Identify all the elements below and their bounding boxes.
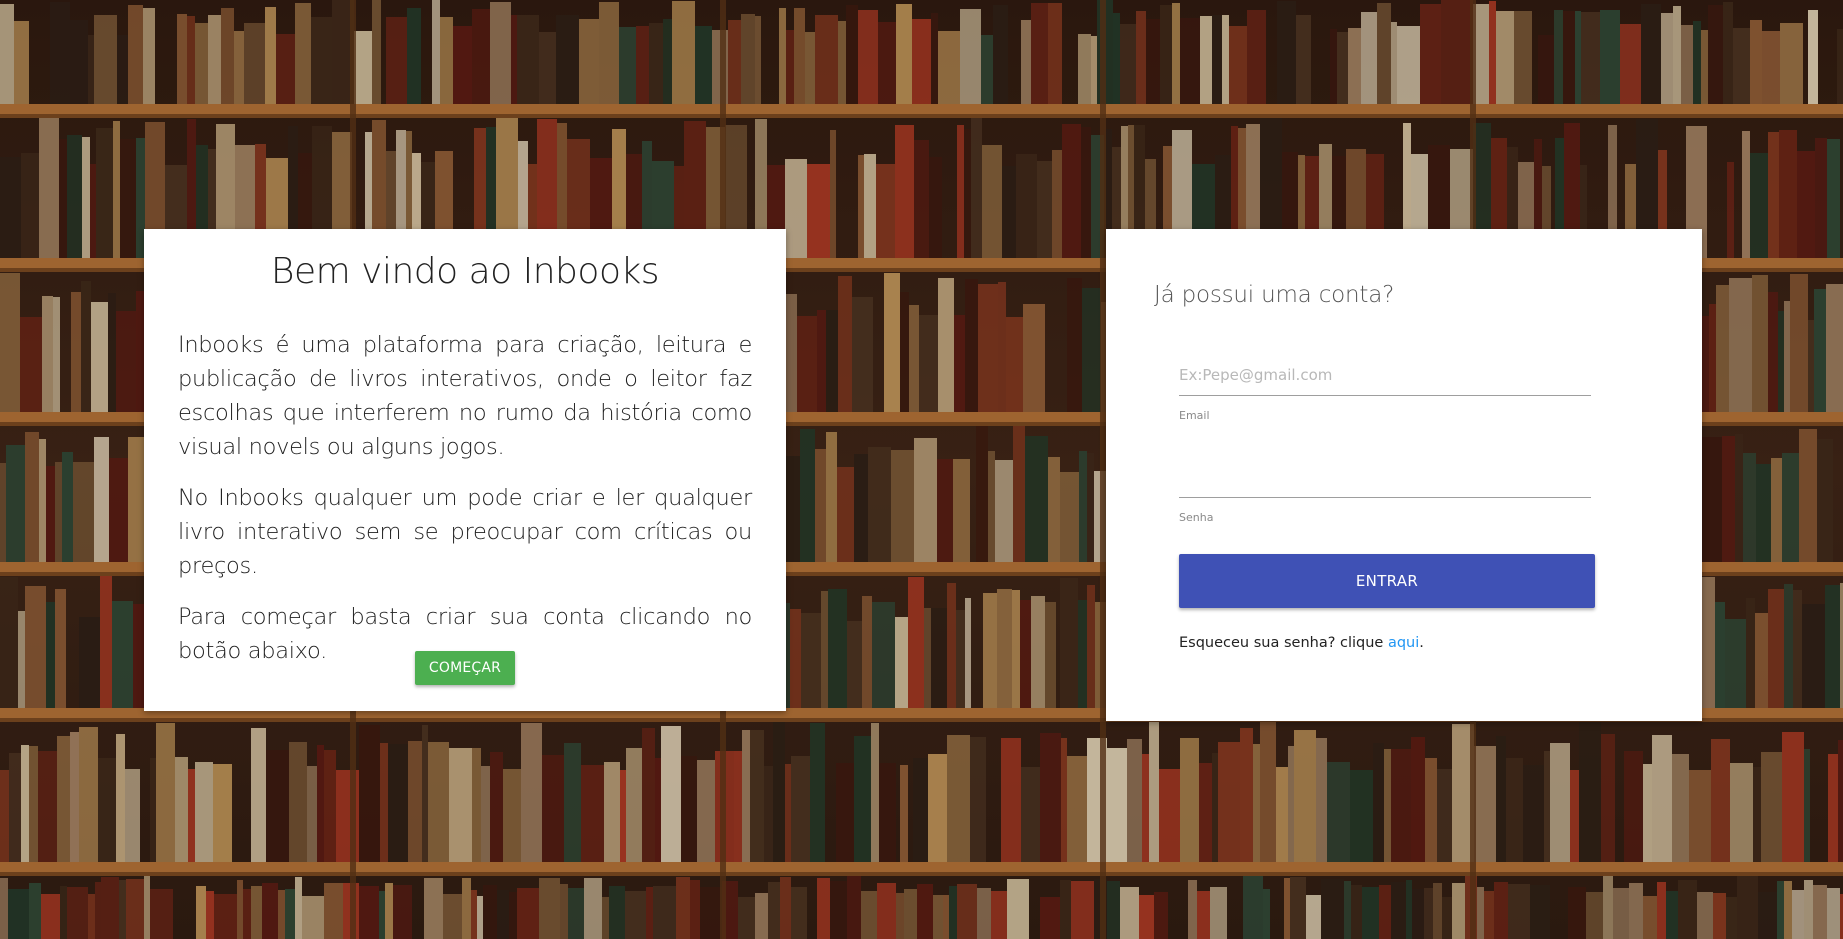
welcome-title: Bem vindo ao Inbooks	[270, 251, 660, 292]
forgot-password-link[interactable]: aqui	[1388, 635, 1419, 651]
welcome-panel: Bem vindo ao Inbooks Inbooks é uma plata…	[144, 229, 786, 711]
email-input[interactable]	[1179, 355, 1591, 396]
password-input[interactable]	[1179, 457, 1591, 498]
forgot-password-prefix: Esqueceu sua senha? clique	[1179, 635, 1388, 651]
login-button[interactable]: ENTRAR	[1179, 554, 1595, 608]
forgot-password-suffix: .	[1419, 635, 1424, 651]
login-panel: Já possui uma conta? Email Senha ENTRAR …	[1106, 229, 1702, 721]
welcome-paragraph-free: No Inbooks qualquer um pode criar e ler …	[178, 485, 752, 579]
email-label: Email	[1179, 409, 1210, 422]
forgot-password-text: Esqueceu sua senha? clique aqui.	[1179, 635, 1424, 651]
welcome-paragraph-intro: Inbooks é uma plataforma para criação, l…	[178, 332, 752, 460]
start-button[interactable]: COMEÇAR	[415, 651, 515, 685]
login-title: Já possui uma conta?	[1154, 282, 1395, 308]
password-field-group: Senha	[1179, 457, 1591, 524]
email-field-group: Email	[1179, 355, 1591, 422]
password-label: Senha	[1179, 511, 1214, 524]
